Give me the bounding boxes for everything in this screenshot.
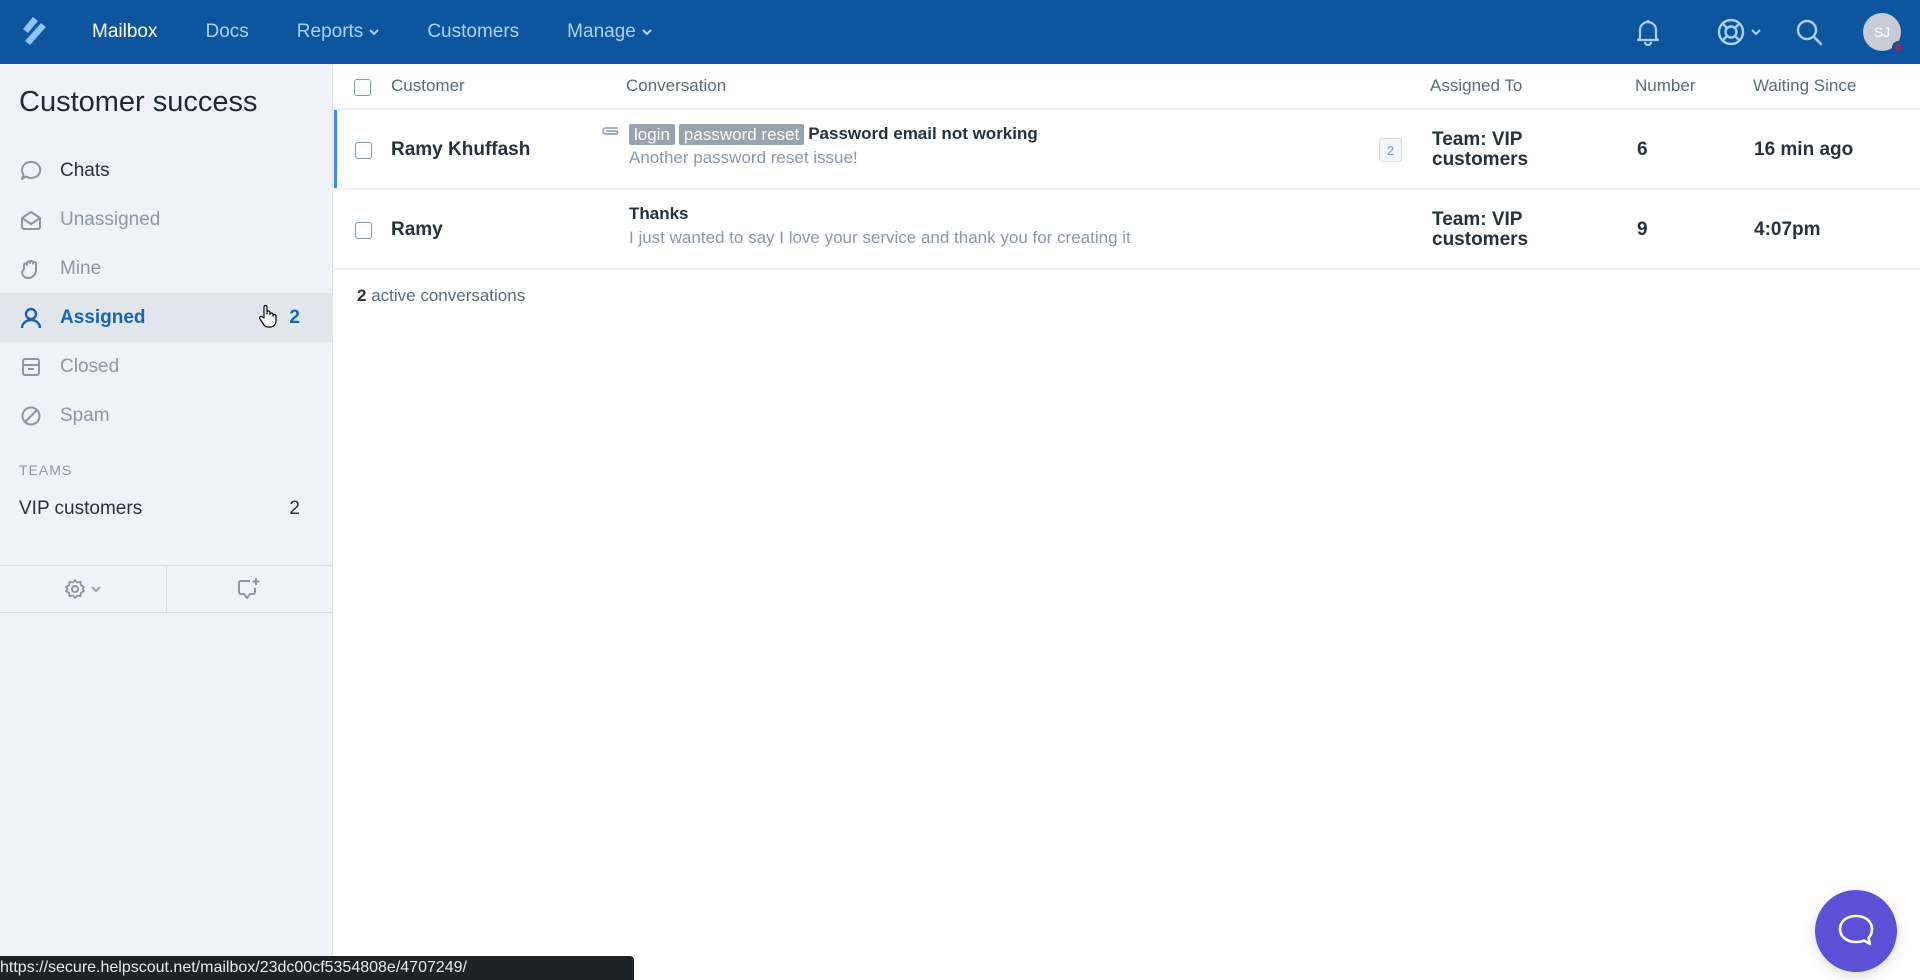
folder-label: Assigned xyxy=(60,306,146,328)
teams-heading: TEAMS xyxy=(19,462,73,478)
bell-icon xyxy=(1636,20,1660,46)
search-button[interactable] xyxy=(1786,0,1832,64)
row-checkbox[interactable] xyxy=(355,142,372,159)
folder-label: Mine xyxy=(60,257,102,279)
search-icon xyxy=(1796,19,1823,46)
nav-mailbox[interactable]: Mailbox xyxy=(68,0,181,64)
conversation-subject: Password email not working xyxy=(808,124,1038,143)
column-conversation[interactable]: Conversation xyxy=(626,76,726,96)
nav-mailbox-label: Mailbox xyxy=(92,21,158,42)
nav-manage[interactable]: Manage xyxy=(543,0,676,64)
row-checkbox[interactable] xyxy=(355,222,372,239)
summary-text: active conversations xyxy=(366,286,526,305)
status-indicator xyxy=(1892,41,1905,54)
beacon-chat-button[interactable] xyxy=(1815,890,1897,972)
folder-label: Spam xyxy=(60,404,110,426)
helpscout-logo[interactable] xyxy=(0,0,68,64)
help-lifebuoy-icon xyxy=(1717,18,1744,46)
folder-unassigned[interactable]: Unassigned xyxy=(0,195,332,244)
nav-reports[interactable]: Reports xyxy=(273,0,404,64)
folder-chats[interactable]: Chats xyxy=(0,146,332,195)
chevron-down-icon xyxy=(1750,28,1761,35)
nav-manage-label: Manage xyxy=(567,21,636,42)
nav-docs[interactable]: Docs xyxy=(181,0,272,64)
team-count: 2 xyxy=(289,498,300,519)
conversation-number: 9 xyxy=(1637,219,1648,240)
folder-label: Closed xyxy=(60,355,120,377)
column-waiting-since[interactable]: Waiting Since xyxy=(1753,76,1856,96)
folder-label: Chats xyxy=(60,159,110,181)
chevron-down-icon xyxy=(642,28,652,36)
nav-reports-label: Reports xyxy=(296,21,364,42)
conversation-preview: I just wanted to say I love your service… xyxy=(629,228,1131,247)
new-conversation-icon xyxy=(238,578,260,599)
nav-docs-label: Docs xyxy=(205,21,249,42)
chevron-down-icon xyxy=(369,28,380,36)
help-menu-button[interactable] xyxy=(1708,0,1768,64)
conversation-summary: 2 active conversations xyxy=(334,270,1920,306)
pointer-cursor-icon xyxy=(258,304,278,334)
column-assigned-to[interactable]: Assigned To xyxy=(1430,76,1522,96)
new-conversation-button[interactable] xyxy=(165,566,333,612)
column-customer[interactable]: Customer xyxy=(391,76,465,96)
folder-closed[interactable]: Closed xyxy=(0,342,332,391)
customer-name: Ramy Khuffash xyxy=(391,139,531,160)
table-header: Customer Conversation Assigned To Number… xyxy=(334,64,1920,110)
status-url: https://secure.helpscout.net/mailbox/23d… xyxy=(0,959,467,976)
link-status-bar: https://secure.helpscout.net/mailbox/23d… xyxy=(0,956,634,980)
conversation-cell: login password reset Password email not … xyxy=(629,122,1349,168)
avatar-initials: SJ xyxy=(1873,24,1891,40)
user-icon xyxy=(19,306,43,330)
avatar: SJ xyxy=(1863,13,1905,54)
team-label: VIP customers xyxy=(19,498,143,519)
chat-bubble-icon xyxy=(19,159,43,183)
mailbox-settings-button[interactable] xyxy=(0,566,166,612)
nav-customers-label: Customers xyxy=(427,21,520,42)
column-number[interactable]: Number xyxy=(1635,76,1695,96)
assigned-to: Team: VIP customers xyxy=(1432,209,1529,250)
user-menu-button[interactable]: SJ xyxy=(1852,0,1912,64)
conversation-preview: Another password reset issue! xyxy=(629,148,858,167)
waiting-since: 16 min ago xyxy=(1754,139,1854,160)
folder-assigned[interactable]: Assigned 2 xyxy=(0,293,332,342)
folder-count: 2 xyxy=(289,306,300,328)
team-vip-customers[interactable]: VIP customers 2 xyxy=(0,488,332,530)
conversation-number: 6 xyxy=(1637,139,1648,160)
waiting-since: 4:07pm xyxy=(1754,219,1821,240)
mailbox-title[interactable]: Customer success xyxy=(0,64,332,146)
tag-login[interactable]: login xyxy=(629,123,675,145)
table-row[interactable]: Ramy Thanks I just wanted to say I love … xyxy=(334,190,1920,270)
archive-icon xyxy=(19,355,43,379)
sidebar-footer xyxy=(0,565,332,613)
ban-icon xyxy=(19,404,43,428)
sidebar: Customer success Chats Unassigned Mine A… xyxy=(0,64,333,980)
settings-gear-icon xyxy=(65,579,86,599)
chevron-down-icon xyxy=(91,585,101,592)
logo-icon xyxy=(23,17,46,45)
notifications-button[interactable] xyxy=(1618,0,1678,64)
top-navigation: Mailbox Docs Reports Customers Manage SJ xyxy=(0,0,1920,64)
tag-password-reset[interactable]: password reset xyxy=(678,123,805,145)
table-row[interactable]: Ramy Khuffash login password reset Passw… xyxy=(334,110,1920,190)
conversation-cell: Thanks I just wanted to say I love your … xyxy=(629,202,1349,248)
conversation-list: Customer Conversation Assigned To Number… xyxy=(334,64,1920,980)
folder-spam[interactable]: Spam xyxy=(0,391,332,440)
thread-count-badge: 2 xyxy=(1379,138,1402,162)
folder-label: Unassigned xyxy=(60,208,161,230)
folder-mine[interactable]: Mine xyxy=(0,244,332,293)
chat-bubble-icon xyxy=(1838,914,1874,946)
select-all-checkbox[interactable] xyxy=(354,79,371,96)
attachment-icon xyxy=(601,124,621,142)
envelope-open-icon xyxy=(19,208,43,232)
assigned-to: Team: VIP customers xyxy=(1432,129,1529,170)
hand-icon xyxy=(19,257,43,281)
customer-name: Ramy xyxy=(391,219,443,240)
conversation-subject: Thanks xyxy=(629,204,689,223)
nav-customers[interactable]: Customers xyxy=(403,0,543,64)
